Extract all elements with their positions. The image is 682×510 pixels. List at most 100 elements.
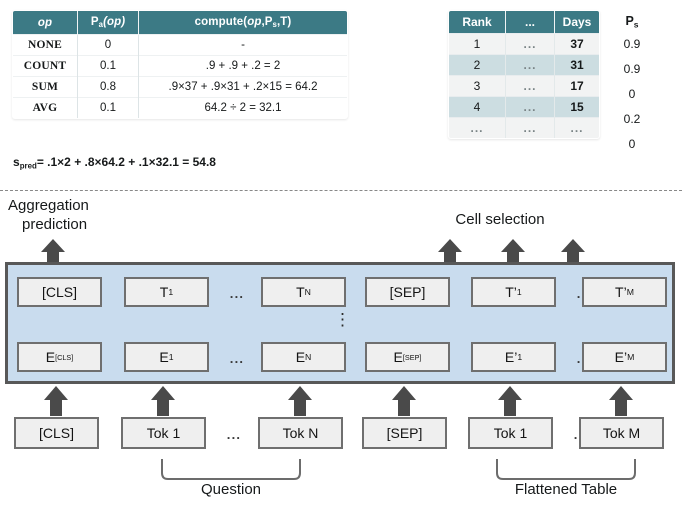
output-cell-subscript: 1: [516, 287, 522, 297]
spred-body: = .1×2 + .8×64.2 + .1×32.1 = 54.8: [36, 155, 216, 169]
ps-header-p: P: [625, 14, 634, 28]
column-header-ellipsis: ...: [505, 11, 555, 34]
flattened-table-label: Flattened Table: [514, 481, 618, 498]
header-compute-op: op: [247, 16, 262, 28]
embedding-cell-subscript: M: [627, 352, 635, 362]
header-compute-pre: compute(: [194, 16, 248, 28]
header-pa-p: P: [90, 16, 99, 28]
token-box-tok1b: Tok 1: [468, 417, 553, 449]
ps-header-sub: s: [633, 19, 639, 30]
token-label: Tok M: [602, 425, 641, 441]
table-header-row: op Pa(op) compute(op,Ps,T): [13, 11, 347, 35]
cell-pa: 0.1: [77, 55, 139, 77]
flattened-table-brace: [495, 459, 637, 481]
cell-compute: 64.2 ÷ 2 = 32.1: [138, 97, 347, 119]
column-header-pa: Pa(op): [77, 11, 139, 35]
embedding-cell-en: EN: [261, 342, 346, 372]
ps-value: 0.9: [623, 62, 641, 76]
token-label: Tok 1: [493, 425, 528, 441]
column-header-rank: Rank: [449, 11, 506, 34]
embedding-cell-subscript: 1: [517, 352, 523, 362]
cell-days: 31: [554, 54, 599, 76]
cell-mid: ...: [505, 54, 555, 76]
cell-rank: 1: [449, 33, 506, 55]
vertical-ellipsis: ⋮: [334, 310, 351, 329]
output-cell-subscript: 1: [168, 287, 174, 297]
cell-mid: ...: [505, 75, 555, 97]
cell-rank: ...: [449, 117, 506, 138]
token-input-arrow-tokn-icon: [287, 386, 313, 416]
output-cell-label: [SEP]: [389, 284, 426, 300]
table-row: SUM 0.8 .9×37 + .9×31 + .2×15 = 64.2: [13, 76, 347, 98]
output-cell-tm-prime: T’ M: [582, 277, 667, 307]
table-row: NONE 0 -: [13, 34, 347, 56]
token-input-arrow-sep-icon: [391, 386, 417, 416]
cell-rank: 2: [449, 54, 506, 76]
embedding-cell-label: E: [614, 349, 624, 365]
aggregation-prediction-label: Aggregation prediction: [8, 196, 158, 234]
token-box-cls: [CLS]: [14, 417, 99, 449]
embedding-cell-subscript: [SEP]: [402, 352, 422, 362]
cell-pa: 0.8: [77, 76, 139, 98]
spred-equation: spred= .1×2 + .8×64.2 + .1×32.1 = 54.8: [13, 155, 216, 171]
cell-days: ...: [554, 117, 599, 138]
cell-days: 37: [554, 33, 599, 55]
column-header-op: op: [13, 11, 78, 35]
embedding-ellipsis-left: ...: [229, 351, 245, 366]
output-cell-cls: [CLS]: [17, 277, 102, 307]
embedding-cell-label: E: [45, 349, 56, 365]
token-input-arrow-tokm-icon: [608, 386, 634, 416]
table-row: ... ... ...: [449, 117, 599, 138]
rank-table: Rank ... Days 1 ... 37 2 ... 31 3 ... 17: [448, 10, 600, 139]
output-cell-sep: [SEP]: [365, 277, 450, 307]
output-cell-tn: TN: [261, 277, 346, 307]
token-label: [SEP]: [386, 425, 423, 441]
table-row: 2 ... 31: [449, 54, 599, 76]
cell-days: 15: [554, 96, 599, 118]
table-row: 1 ... 37: [449, 33, 599, 55]
cell-pa: 0.1: [77, 97, 139, 119]
cell-days: 17: [554, 75, 599, 97]
cell-selection-label: Cell selection: [455, 211, 545, 228]
token-label: [CLS]: [38, 425, 74, 441]
embedding-cell-sep: E [SEP]: [365, 342, 450, 372]
aggregation-table: op Pa(op) compute(op,Ps,T) NONE 0 - COUN…: [12, 10, 348, 120]
embedding-cell-label: E: [295, 349, 306, 365]
output-cell-label: T: [159, 284, 169, 300]
cell-compute: -: [138, 34, 347, 56]
table-header-row: Rank ... Days: [449, 11, 599, 34]
cell-rank: 4: [449, 96, 506, 118]
token-box-tok1: Tok 1: [121, 417, 206, 449]
output-cell-label: T: [615, 284, 624, 300]
header-op-text: op: [37, 16, 53, 29]
table-row: AVG 0.1 64.2 ÷ 2 = 32.1: [13, 97, 347, 119]
token-input-arrow-cls-icon: [43, 386, 69, 416]
cell-op: COUNT: [13, 55, 78, 77]
table-row: 4 ... 15: [449, 96, 599, 118]
embedding-cell-subscript: 1: [168, 352, 174, 362]
cell-compute: .9×37 + .9×31 + .2×15 = 64.2: [138, 76, 347, 98]
token-box-sep: [SEP]: [362, 417, 447, 449]
output-cell-subscript: M: [626, 287, 634, 297]
ps-value: 0.9: [623, 37, 641, 51]
output-cell-label: T: [296, 284, 305, 300]
cell-mid: ...: [505, 33, 555, 55]
token-box-tokn: Tok N: [258, 417, 343, 449]
table-row: COUNT 0.1 .9 + .9 + .2 = 2: [13, 55, 347, 77]
token-label: Tok 1: [146, 425, 181, 441]
embedding-cell-e1: E1: [124, 342, 209, 372]
embedding-cell-label: E: [159, 349, 169, 365]
column-header-days: Days: [554, 11, 599, 34]
cell-mid: ...: [505, 96, 555, 118]
embedding-cell-em-prime: E’ M: [582, 342, 667, 372]
ps-value: 0.2: [623, 112, 641, 126]
output-cell-label: [CLS]: [41, 284, 77, 300]
token-input-arrow-tok1-icon: [150, 386, 176, 416]
header-compute-mid: ,P: [261, 16, 273, 28]
cell-pa: 0: [77, 34, 139, 56]
output-cell-t1: T1: [124, 277, 209, 307]
table-row: 3 ... 17: [449, 75, 599, 97]
question-brace: [160, 459, 302, 481]
cell-op: SUM: [13, 76, 78, 98]
output-cell-t1-prime: T’ 1: [471, 277, 556, 307]
